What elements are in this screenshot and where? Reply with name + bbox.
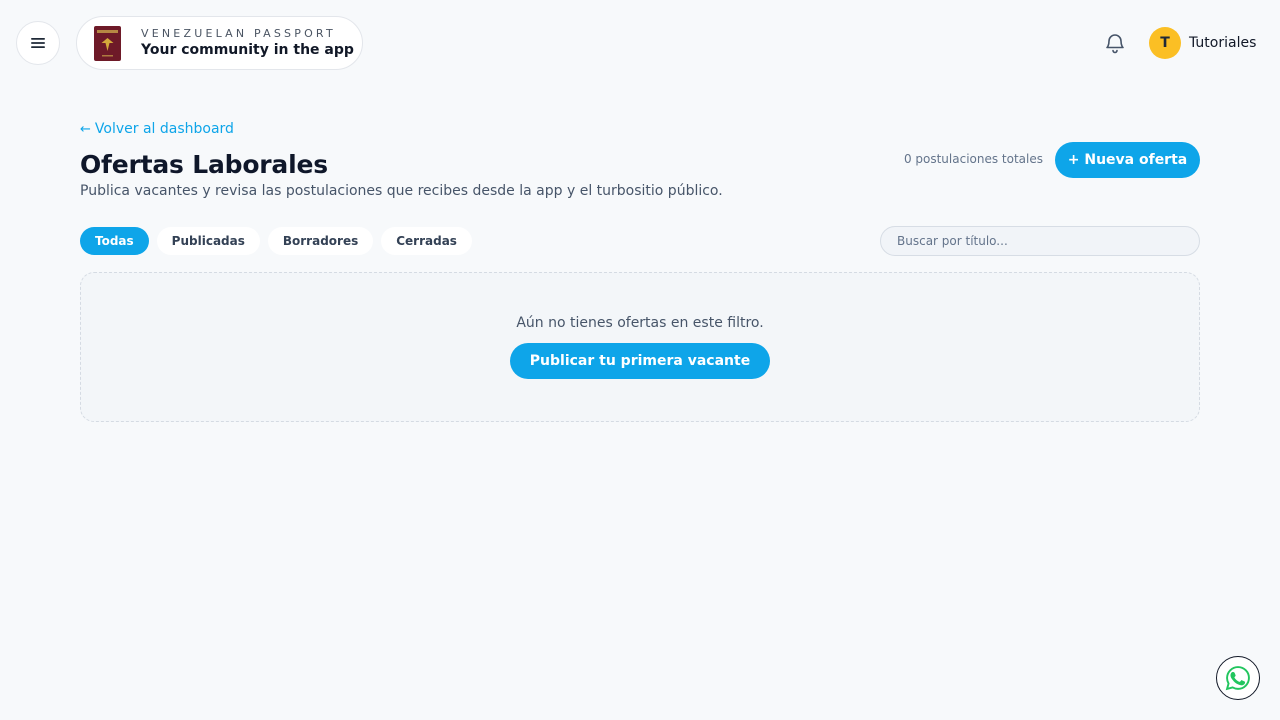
applications-count: 0 postulaciones totales <box>903 152 1043 166</box>
filter-published[interactable]: Publicadas <box>156 227 260 255</box>
publish-first-vacancy-button[interactable]: Publicar tu primera vacante <box>509 343 771 379</box>
user-name: Tutoriales <box>1189 35 1257 51</box>
back-to-dashboard-link[interactable]: ← Volver al dashboard <box>80 121 234 137</box>
notifications-button[interactable] <box>1103 31 1127 55</box>
whatsapp-icon <box>1225 666 1250 691</box>
bell-icon <box>1106 34 1124 54</box>
filter-tabs: Todas Publicadas Borradores Cerradas <box>80 227 472 255</box>
passport-icon <box>94 25 121 61</box>
back-link-label: Volver al dashboard <box>94 121 234 137</box>
brand-subtitle: Your community in the app <box>141 42 354 58</box>
avatar: T <box>1149 27 1181 59</box>
filter-drafts[interactable]: Borradores <box>267 227 374 255</box>
empty-state: Aún no tienes ofertas en este filtro. Pu… <box>80 272 1200 422</box>
page-title: Ofertas Laborales <box>80 150 328 179</box>
search-input[interactable] <box>880 226 1200 256</box>
menu-icon <box>31 38 45 48</box>
whatsapp-button[interactable] <box>1216 656 1260 700</box>
arrow-left-icon: ← <box>80 121 91 137</box>
filter-closed[interactable]: Cerradas <box>381 227 472 255</box>
menu-button[interactable] <box>16 21 60 65</box>
page-description: Publica vacantes y revisa las postulacio… <box>80 183 723 199</box>
filter-all[interactable]: Todas <box>80 227 149 255</box>
top-bar: VENEZUELAN PASSPORT Your community in th… <box>0 0 1280 86</box>
new-offer-button[interactable]: + Nueva oferta <box>1055 142 1200 178</box>
user-menu[interactable]: T Tutoriales <box>1149 27 1256 59</box>
brand-home-link[interactable]: VENEZUELAN PASSPORT Your community in th… <box>76 16 363 70</box>
empty-state-message: Aún no tienes ofertas en este filtro. <box>516 315 764 331</box>
brand-title: VENEZUELAN PASSPORT <box>141 27 336 40</box>
